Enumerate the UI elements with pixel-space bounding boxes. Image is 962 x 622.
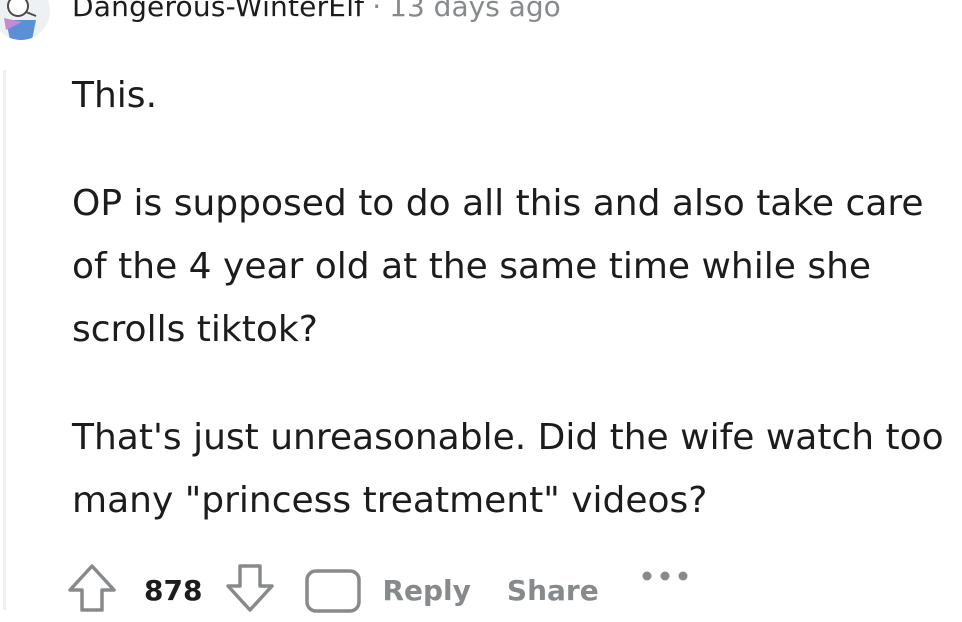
upvote-icon[interactable] (66, 562, 118, 614)
username-link[interactable]: Dangerous-WinterElf (72, 0, 364, 23)
comment-paragraph: OP is supposed to do all this and also t… (72, 183, 924, 350)
avatar[interactable] (0, 0, 50, 40)
reply-button[interactable]: Reply (276, 569, 471, 614)
share-label: Share (506, 574, 599, 607)
thread-line[interactable] (3, 70, 6, 610)
avatar-snoo-icon (0, 0, 50, 40)
share-button[interactable]: Share (507, 574, 599, 607)
comment-actions: 878 Reply Share (66, 562, 689, 622)
timestamp[interactable]: 13 days ago (389, 0, 561, 23)
comment-paragraph: This. (72, 75, 158, 116)
ellipsis-icon[interactable] (641, 566, 689, 586)
comment-body: This. OP is supposed to do all this and … (72, 64, 952, 532)
reply-label: Reply (382, 574, 471, 607)
comment-bubble-icon (305, 569, 362, 613)
comment-header: Dangerous-WinterElf · 13 days ago (72, 0, 561, 27)
separator-dot: · (372, 0, 382, 23)
vote-count: 878 (144, 574, 203, 607)
comment-paragraph: That's just unreasonable. Did the wife w… (72, 417, 944, 521)
downvote-icon[interactable] (224, 562, 276, 614)
